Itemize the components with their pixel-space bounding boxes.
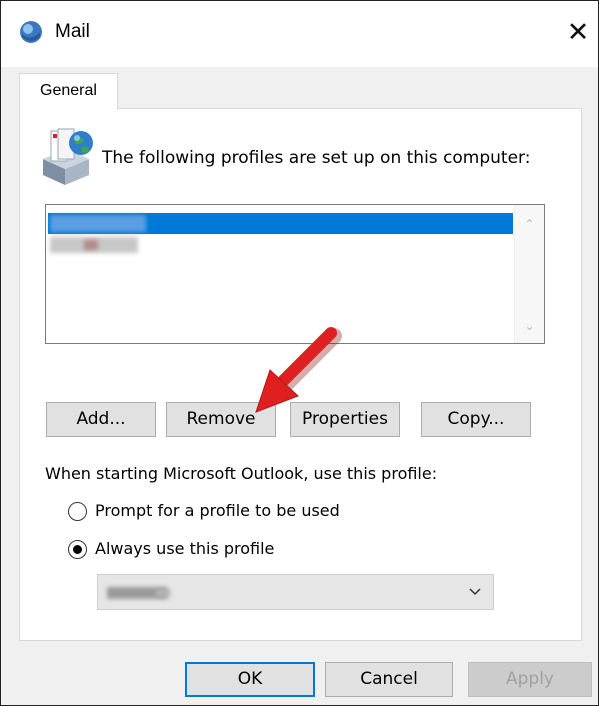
always-use-profile-label[interactable]: Always use this profile bbox=[95, 537, 274, 561]
close-icon: ✕ bbox=[566, 17, 590, 48]
obscured-profile-name bbox=[84, 240, 98, 250]
copy-button[interactable]: Copy... bbox=[421, 402, 531, 437]
mail-app-icon bbox=[20, 21, 42, 43]
window-title: Mail bbox=[55, 21, 90, 42]
close-button[interactable]: ✕ bbox=[558, 13, 598, 53]
profiles-heading: The following profiles are set up on thi… bbox=[102, 148, 531, 168]
title-bar[interactable]: Mail ✕ bbox=[1, 1, 598, 67]
prompt-profile-radio[interactable] bbox=[68, 502, 87, 521]
obscured-selected-profile bbox=[156, 589, 170, 597]
prompt-profile-label[interactable]: Prompt for a profile to be used bbox=[95, 499, 340, 523]
general-tab-panel bbox=[19, 108, 582, 641]
profiles-icon bbox=[43, 128, 93, 185]
list-item[interactable] bbox=[48, 213, 513, 234]
profiles-listbox[interactable]: ⌃ ⌄ bbox=[45, 204, 545, 344]
scroll-up-icon[interactable]: ⌃ bbox=[515, 213, 544, 235]
cancel-button[interactable]: Cancel bbox=[325, 662, 453, 697]
ok-button[interactable]: OK bbox=[185, 662, 315, 697]
chevron-down-icon bbox=[469, 588, 481, 596]
add-button[interactable]: Add... bbox=[46, 402, 156, 437]
scroll-down-icon[interactable]: ⌄ bbox=[515, 315, 544, 337]
obscured-profile-name bbox=[50, 215, 146, 232]
startup-profile-label: When starting Microsoft Outlook, use thi… bbox=[45, 464, 438, 483]
listbox-scrollbar[interactable]: ⌃ ⌄ bbox=[514, 205, 544, 343]
radio-checked-dot bbox=[73, 545, 82, 554]
always-use-profile-radio[interactable] bbox=[68, 540, 87, 559]
properties-button[interactable]: Properties bbox=[290, 402, 400, 437]
apply-button[interactable]: Apply bbox=[468, 662, 592, 697]
tab-general[interactable]: General bbox=[19, 73, 118, 110]
remove-button[interactable]: Remove bbox=[166, 402, 276, 437]
mail-dialog-window: Mail ✕ General The following profiles ar… bbox=[0, 0, 599, 706]
list-item[interactable] bbox=[48, 235, 513, 256]
tab-general-label: General bbox=[40, 82, 97, 99]
profile-select[interactable] bbox=[97, 574, 494, 610]
